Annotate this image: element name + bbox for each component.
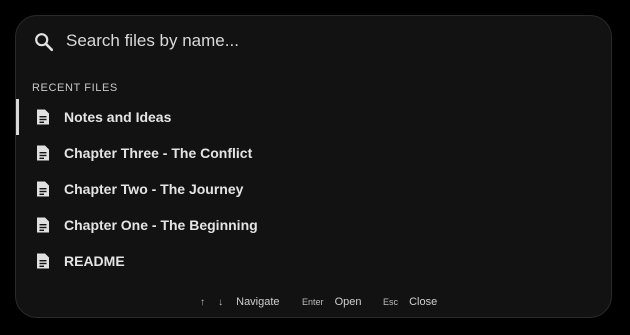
- hint-navigate-label: Navigate: [236, 296, 280, 308]
- arrow-up-key: ↑: [200, 297, 205, 308]
- enter-key: Enter: [302, 297, 324, 307]
- search-icon: [35, 33, 54, 52]
- arrow-down-key: ↓: [218, 297, 224, 308]
- document-icon: [37, 109, 49, 125]
- file-name: Chapter Three - The Conflict: [64, 145, 253, 161]
- file-item-notes-and-ideas[interactable]: Notes and Ideas: [16, 99, 611, 135]
- document-icon: [37, 181, 49, 197]
- file-item-chapter-two[interactable]: Chapter Two - The Journey: [16, 171, 611, 207]
- hint-close: Esc Close: [383, 296, 437, 308]
- file-name: README: [64, 253, 125, 269]
- hint-open: Enter Open: [302, 296, 362, 308]
- file-name: Notes and Ideas: [64, 109, 172, 125]
- hint-navigate: ↑ ↓ Navigate: [200, 296, 280, 308]
- document-icon: [37, 253, 49, 269]
- esc-key: Esc: [383, 297, 399, 307]
- file-item-readme[interactable]: README: [16, 243, 611, 279]
- search-bar: [16, 16, 611, 68]
- document-icon: [37, 217, 49, 233]
- document-icon: [37, 145, 49, 161]
- keyboard-hints: ↑ ↓ Navigate Enter Open Esc Close: [16, 294, 611, 310]
- file-item-chapter-one[interactable]: Chapter One - The Beginning: [16, 207, 611, 243]
- file-item-chapter-three[interactable]: Chapter Three - The Conflict: [16, 135, 611, 171]
- recent-files-list: Notes and Ideas Chapter Three - The Conf…: [16, 99, 611, 279]
- hint-open-label: Open: [334, 296, 362, 308]
- hint-close-label: Close: [409, 296, 438, 308]
- command-palette: RECENT FILES Notes and Ideas Chapter Thr…: [15, 15, 612, 318]
- search-input[interactable]: [66, 26, 586, 56]
- file-name: Chapter One - The Beginning: [64, 217, 258, 233]
- file-name: Chapter Two - The Journey: [64, 181, 244, 197]
- recent-files-heading: RECENT FILES: [32, 82, 118, 94]
